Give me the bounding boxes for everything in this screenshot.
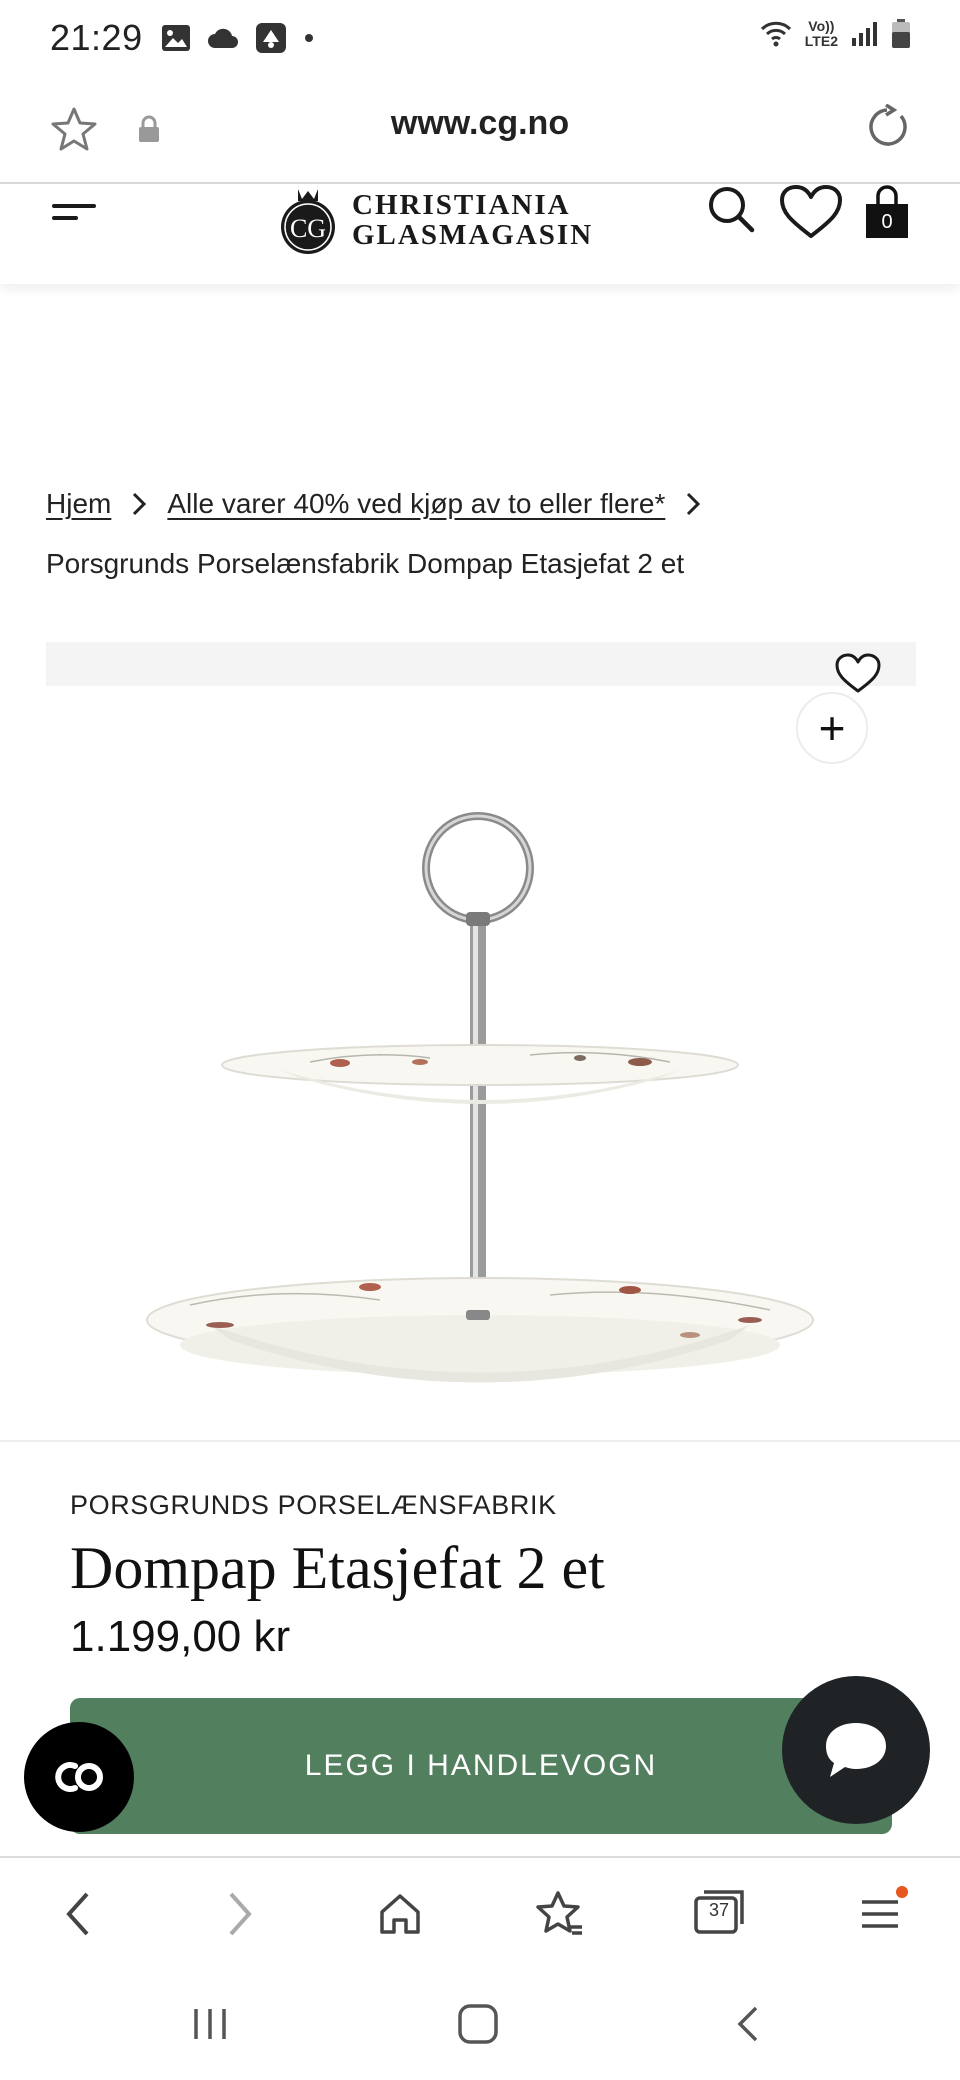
breadcrumb-category-link[interactable]: Alle varer 40% ved kjøp av to eller fler… xyxy=(167,488,665,520)
logo-crown-icon: CG xyxy=(281,189,335,254)
system-home-icon xyxy=(458,2004,498,2044)
browser-menu-button[interactable] xyxy=(848,1882,912,1946)
signal-icon xyxy=(852,22,877,46)
search-icon[interactable] xyxy=(706,184,756,234)
logo-line2: GLASMAGASIN xyxy=(352,219,594,251)
status-bar: 21:29 Vo)) LTE2 xyxy=(0,0,960,76)
cart-count: 0 xyxy=(866,204,908,238)
chevron-left-icon xyxy=(66,1892,89,1936)
site-header: CG CHRISTIANIA GLASMAGASIN 0 xyxy=(0,184,960,284)
zoom-button[interactable]: + xyxy=(796,692,868,764)
chevron-right-icon xyxy=(685,491,701,517)
lte-label: LTE2 xyxy=(804,33,838,49)
cart-button[interactable]: 0 xyxy=(866,184,910,240)
logo[interactable]: CG CHRISTIANIA GLASMAGASIN xyxy=(276,184,593,256)
menu-lines-icon xyxy=(862,1900,898,1928)
url-text[interactable]: www.cg.no xyxy=(0,104,960,143)
image-gallery-bar xyxy=(46,642,916,686)
breadcrumb-current: Porsgrunds Porselænsfabrik Dompap Etasje… xyxy=(46,548,685,579)
recent-apps-icon xyxy=(194,2009,226,2039)
product-price: 1.199,00 kr xyxy=(70,1612,291,1661)
plus-icon: + xyxy=(818,702,846,754)
logo-wordmark: CHRISTIANIA GLASMAGASIN xyxy=(352,190,593,250)
forward-button[interactable] xyxy=(208,1882,272,1946)
chevron-right-icon xyxy=(229,1892,252,1936)
url-bar: www.cg.no xyxy=(0,76,960,184)
logo-line1: CHRISTIANIA xyxy=(352,189,571,221)
volte-label: Vo)) xyxy=(808,18,835,34)
chat-bubble-icon xyxy=(826,1723,886,1777)
tabs-count: 37 xyxy=(708,1900,730,1920)
product-image[interactable] xyxy=(130,800,830,1420)
system-navigation-bar xyxy=(0,1968,960,2080)
reload-icon[interactable] xyxy=(864,104,910,150)
bookmarks-button[interactable] xyxy=(528,1882,592,1946)
home-icon xyxy=(380,1894,420,1934)
network-label: Vo)) LTE2 xyxy=(805,19,838,49)
add-to-cart-button[interactable]: LEGG I HANDLEVOGN xyxy=(70,1698,892,1834)
co-badge-button[interactable]: CO xyxy=(24,1722,134,1832)
breadcrumb: Hjem Alle varer 40% ved kjøp av to eller… xyxy=(46,488,721,520)
browser-toolbar: 37 xyxy=(0,1856,960,1968)
product-title: Dompap Etasjefat 2 et xyxy=(70,1535,605,1601)
logo-monogram: CG xyxy=(290,214,326,243)
battery-icon xyxy=(892,19,910,48)
system-back-button[interactable] xyxy=(718,1994,778,2054)
cloud-icon xyxy=(207,28,238,48)
product-brand[interactable]: PORSGRUNDS PORSELÆNSFABRIK xyxy=(70,1490,557,1521)
status-time: 21:29 xyxy=(50,17,143,58)
home-button[interactable] xyxy=(368,1882,432,1946)
wishlist-heart-icon[interactable] xyxy=(778,184,844,240)
system-back-icon xyxy=(737,2006,758,2042)
notification-dot xyxy=(896,1886,908,1898)
co-logo-icon xyxy=(55,1762,103,1792)
back-button[interactable] xyxy=(46,1882,110,1946)
breadcrumb-home-link[interactable]: Hjem xyxy=(46,488,111,520)
tabs-button[interactable]: 37 xyxy=(688,1882,752,1946)
system-home-button[interactable] xyxy=(448,1994,508,2054)
add-to-wishlist-heart-icon[interactable] xyxy=(834,652,882,694)
app-icon xyxy=(255,23,286,53)
menu-icon[interactable] xyxy=(52,196,98,226)
bookmarks-star-icon xyxy=(536,1891,582,1935)
chat-button[interactable] xyxy=(782,1676,930,1824)
status-notification-icons xyxy=(161,22,315,54)
chevron-right-icon xyxy=(131,491,147,517)
image-icon xyxy=(161,25,190,51)
status-system-icons: Vo)) LTE2 xyxy=(759,18,912,50)
wifi-icon xyxy=(760,21,791,47)
add-to-cart-label: LEGG I HANDLEVOGN xyxy=(304,1749,658,1782)
dot-icon xyxy=(304,34,313,42)
recent-apps-button[interactable] xyxy=(180,1994,240,2054)
